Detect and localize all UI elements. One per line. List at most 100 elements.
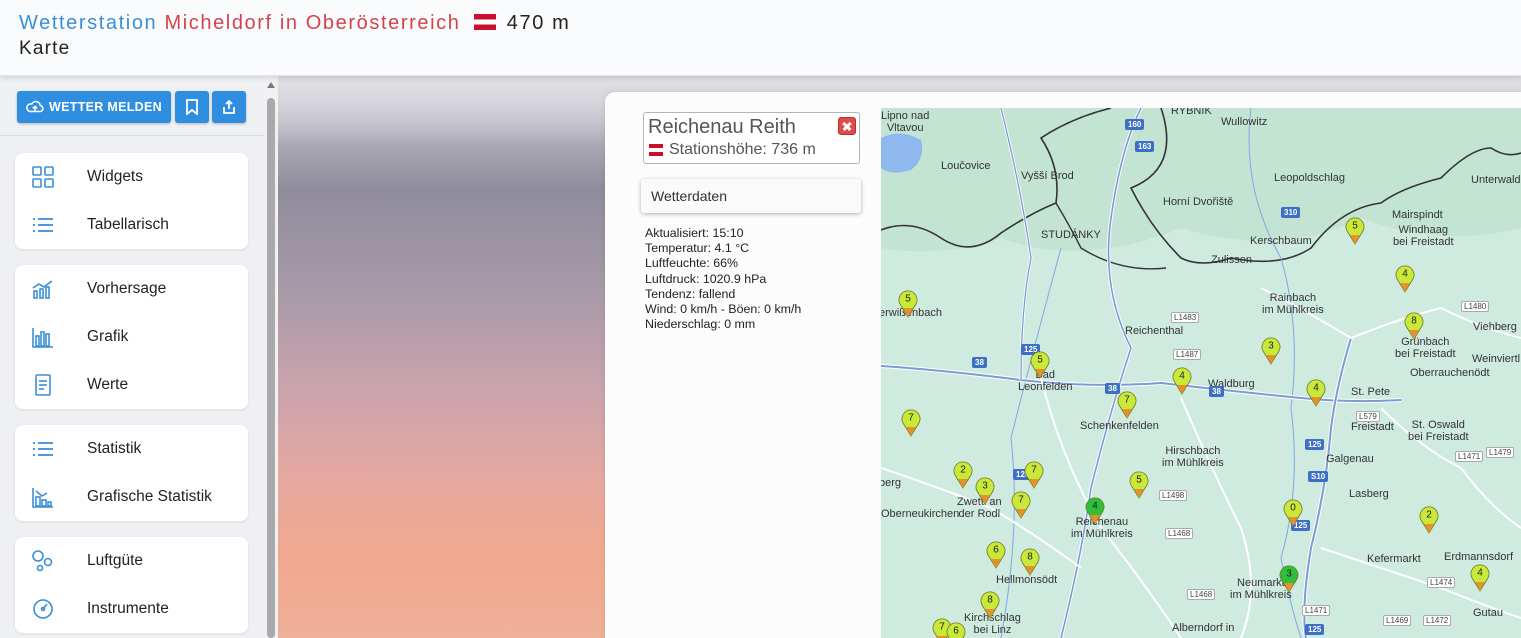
austria-flag-icon (473, 14, 496, 30)
tab-weather-data[interactable]: Wetterdaten (641, 179, 861, 213)
map-place-label: St. Pete (1351, 386, 1391, 398)
map-place-label: Mairspindt (1392, 209, 1443, 221)
sidebar-item-vorhersage[interactable]: Vorhersage (15, 265, 248, 313)
station-marker-value: 2 (960, 465, 966, 476)
road-number-badge: L1468 (1187, 589, 1216, 600)
map-place-label: Oberneukirchen (881, 508, 960, 520)
map-place-label: St. Oswald bei Freistadt (1408, 419, 1469, 443)
station-marker[interactable]: 3 (974, 475, 996, 505)
station-marker[interactable]: 2 (1418, 504, 1440, 534)
station-info-box: Reichenau Reith Stationshöhe: 736 m (643, 112, 860, 164)
map-place-label: Horní Dvořiště (1163, 196, 1234, 208)
austria-flag-icon (649, 144, 663, 156)
station-marker[interactable]: 6 (985, 539, 1007, 569)
road-number-badge: 125 (1305, 439, 1325, 450)
map-place-line: Hirschbach (1165, 445, 1221, 457)
menu-group: Vorhersage Grafik Werte (15, 265, 248, 409)
station-map[interactable]: Lipno nad Vltavou RYBNIK Wullowitz Loučovice… (881, 108, 1521, 638)
map-place-label: Reichenthal (1125, 325, 1184, 337)
station-marker-value: 0 (1290, 503, 1296, 514)
station-marker[interactable]: 3 (1260, 335, 1282, 365)
map-place-line: im Mühlkreis (1071, 528, 1133, 540)
report-weather-button[interactable]: WETTER MELDEN (17, 91, 171, 123)
road-number-badge: 38 (972, 357, 987, 368)
road-number-badge: L1472 (1423, 615, 1452, 626)
weather-tendency: Tendenz: fallend (645, 286, 736, 301)
station-marker[interactable]: 7 (1023, 459, 1045, 489)
road-number-badge: S10 (1308, 471, 1329, 482)
sidebar-item-tabellarisch[interactable]: Tabellarisch (15, 201, 248, 249)
station-marker-value: 6 (993, 545, 999, 556)
map-place-line: bei Linz (973, 624, 1012, 636)
station-marker[interactable]: 5 (1128, 469, 1150, 499)
road-number-badge: L1480 (1461, 301, 1490, 312)
map-place-label: Viehberg (1473, 321, 1517, 333)
scroll-thumb[interactable] (267, 98, 275, 638)
title-station-name: Micheldorf in Oberösterreich (164, 12, 461, 34)
forecast-chart-icon (31, 277, 55, 301)
station-marker[interactable]: 8 (979, 589, 1001, 619)
map-place-line: St. Oswald (1411, 419, 1465, 431)
station-marker[interactable]: 0 (1282, 497, 1304, 527)
station-marker[interactable]: 7 (1116, 389, 1138, 419)
station-marker[interactable]: 4 (1305, 377, 1327, 407)
molecule-icon (31, 549, 55, 573)
sidebar-item-grafische-statistik[interactable]: Grafische Statistik (15, 473, 248, 521)
sidebar-item-luftg-te[interactable]: Luftgüte (15, 537, 248, 585)
bookmark-button[interactable] (175, 91, 209, 123)
station-marker-value: 3 (1268, 341, 1274, 352)
map-place-line: Windhaag (1398, 224, 1449, 236)
sidebar-item-label: Tabellarisch (87, 216, 169, 233)
scroll-up-arrow-icon[interactable] (267, 82, 275, 88)
road-number-badge: L1498 (1159, 490, 1188, 501)
station-marker[interactable]: 7 (900, 407, 922, 437)
station-marker[interactable]: 2 (952, 459, 974, 489)
station-marker[interactable]: 5 (1029, 349, 1051, 379)
report-weather-label: WETTER MELDEN (49, 100, 162, 114)
road-number-badge: 160 (1125, 119, 1145, 130)
road-number-badge: L1469 (1383, 615, 1412, 626)
sidebar-item-label: Grafik (87, 328, 129, 345)
station-marker[interactable]: 7 (1010, 489, 1032, 519)
station-marker-value: 7 (1018, 495, 1024, 506)
sidebar-item-widgets[interactable]: Widgets (15, 153, 248, 201)
station-marker-value: 5 (1037, 355, 1043, 366)
station-marker[interactable]: 4 (1084, 495, 1106, 525)
map-place-line: bei Freistadt (1395, 348, 1456, 360)
station-marker[interactable]: 5 (897, 288, 919, 318)
sidebar-item-werte[interactable]: Werte (15, 361, 248, 409)
station-marker[interactable]: 8 (1019, 546, 1041, 576)
share-button[interactable] (212, 91, 246, 123)
map-place-label: Leopoldschlag (1274, 172, 1345, 184)
map-place-line: im Mühlkreis (1262, 304, 1324, 316)
sidebar-item-instrumente[interactable]: Instrumente (15, 585, 248, 633)
station-name: Reichenau Reith (648, 116, 796, 138)
station-marker-value: 7 (908, 413, 914, 424)
sidebar-item-statistik[interactable]: Statistik (15, 425, 248, 473)
station-marker[interactable]: 3 (1278, 563, 1300, 593)
map-place-label: Rainbach im Mühlkreis (1262, 292, 1324, 316)
station-marker[interactable]: 4 (1469, 562, 1491, 592)
map-place-line: Leonfelden (1018, 381, 1073, 393)
sidebar-toolbar: WETTER MELDEN (0, 76, 264, 136)
station-marker-value: 6 (953, 626, 959, 637)
weather-updated: Aktualisiert: 15:10 (645, 226, 744, 240)
road-number-badge: 125 (1305, 624, 1325, 635)
list-icon (31, 213, 55, 237)
weather-temperature: Temperatur: 4.1 °C (645, 241, 750, 256)
station-marker[interactable]: 8 (1403, 310, 1425, 340)
station-altitude: Stationshöhe: 736 m (669, 141, 816, 158)
sidebar-item-label: Grafische Statistik (87, 488, 212, 505)
station-marker-value: 7 (1124, 395, 1130, 406)
station-marker[interactable]: 6 (945, 620, 967, 638)
station-marker[interactable]: 4 (1171, 365, 1193, 395)
weather-wind: Wind: 0 km/h - Böen: 0 km/h (645, 302, 802, 317)
station-marker[interactable]: 4 (1394, 263, 1416, 293)
sidebar-scrollbar[interactable] (264, 76, 278, 638)
bookmark-icon (186, 99, 198, 115)
sidebar-item-label: Instrumente (87, 600, 169, 617)
close-icon[interactable] (838, 117, 856, 135)
station-marker[interactable]: 5 (1344, 215, 1366, 245)
sidebar-item-grafik[interactable]: Grafik (15, 313, 248, 361)
station-marker-value: 8 (1027, 552, 1033, 563)
